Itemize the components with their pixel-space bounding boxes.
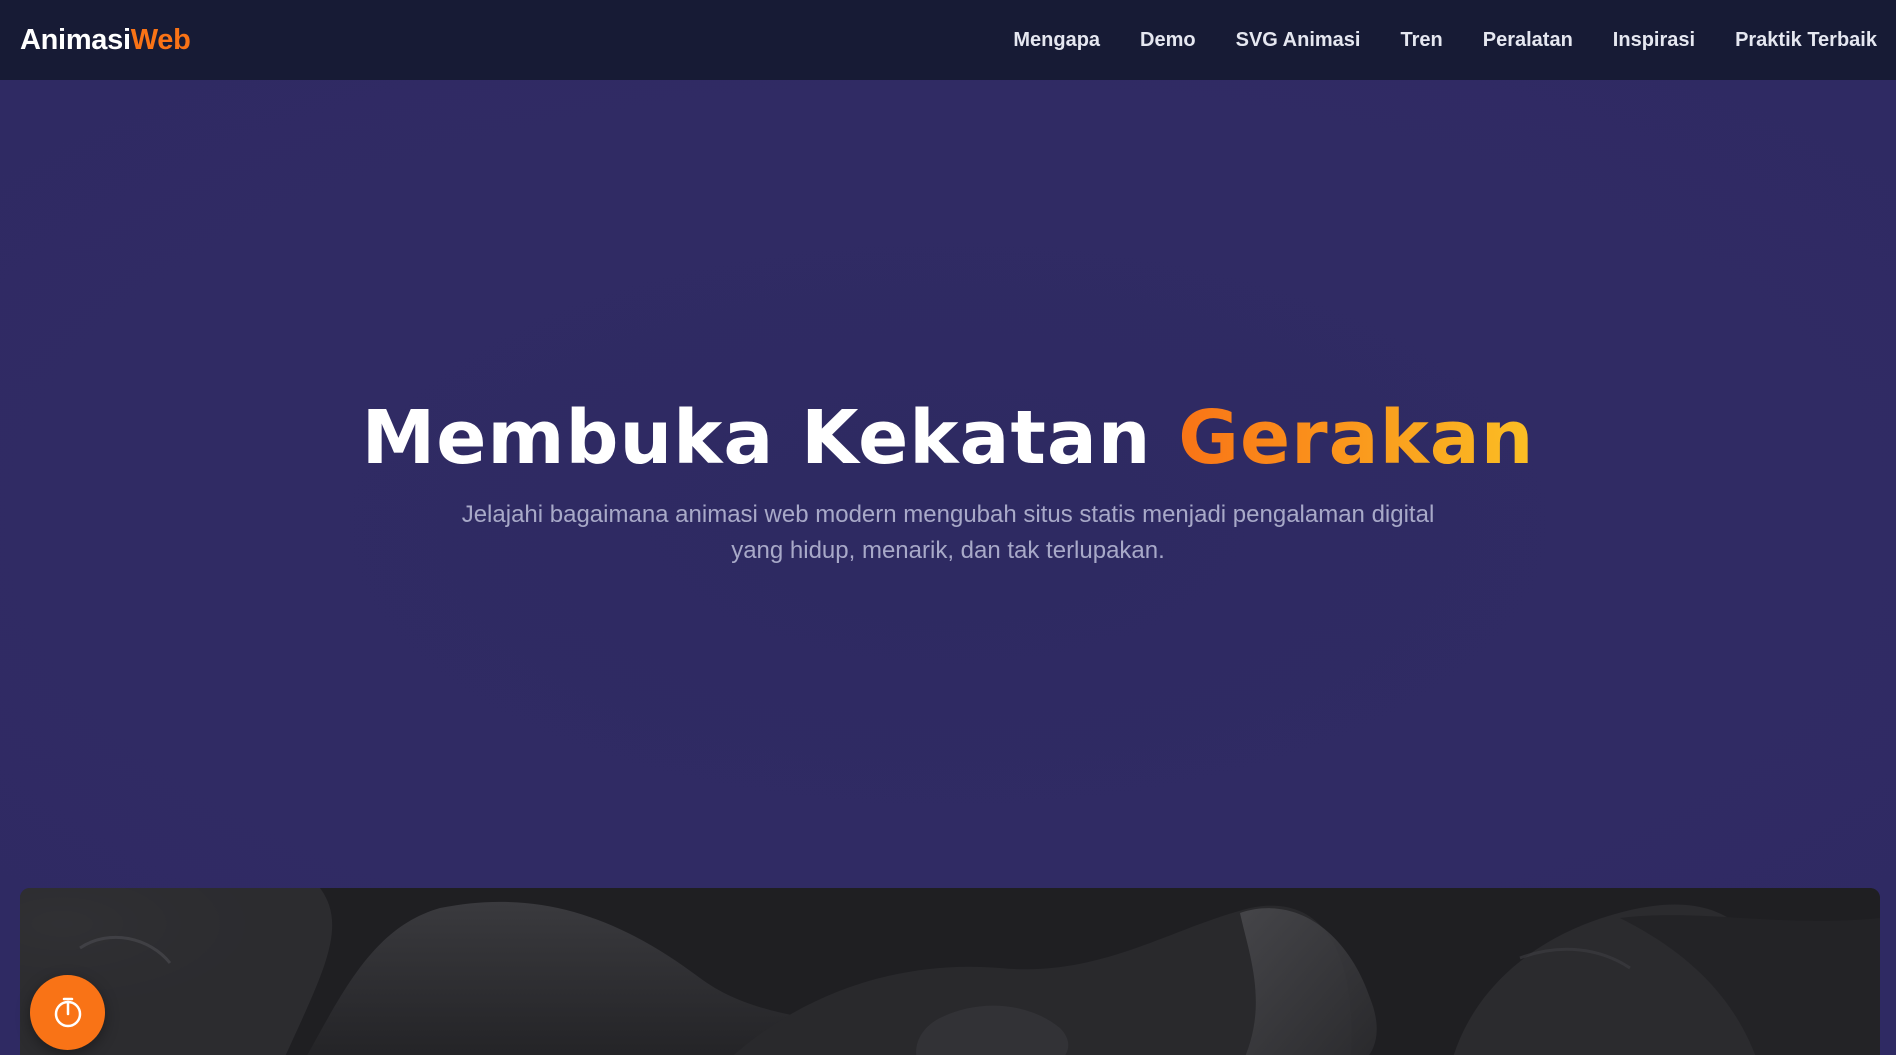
nav-link-praktik-terbaik[interactable]: Praktik Terbaik [1735,29,1877,52]
nav-links: Mengapa Demo SVG Animasi Tren Peralatan … [973,29,1877,52]
hero-subtitle: Jelajahi bagaimana animasi web modern me… [461,501,1435,564]
top-navbar: AnimasiWeb Mengapa Demo SVG Animasi Tren… [0,0,1896,80]
nav-link-mengapa[interactable]: Mengapa [1013,29,1100,52]
hero-title-accent: Gerakan [1178,395,1535,481]
timer-button[interactable] [30,975,105,1050]
rocky-landscape-image [20,888,1880,1055]
brand-logo[interactable]: AnimasiWeb [20,24,191,57]
hero-title-main: Membuka Kekatan [361,395,1179,481]
nav-link-svg-animasi[interactable]: SVG Animasi [1236,29,1361,52]
nav-link-tren[interactable]: Tren [1400,29,1442,52]
nav-link-demo[interactable]: Demo [1140,29,1196,52]
rocky-landscape-art [20,888,1880,1055]
brand-logo-part2: Web [130,23,191,56]
hero-section [0,80,1896,888]
timer-icon [54,997,81,1027]
nav-link-peralatan[interactable]: Peralatan [1483,29,1573,52]
brand-logo-part1: Animasi [20,23,131,56]
nav-link-inspirasi[interactable]: Inspirasi [1613,29,1695,52]
hero-title: Membuka Kekatan Gerakan [0,395,1896,481]
